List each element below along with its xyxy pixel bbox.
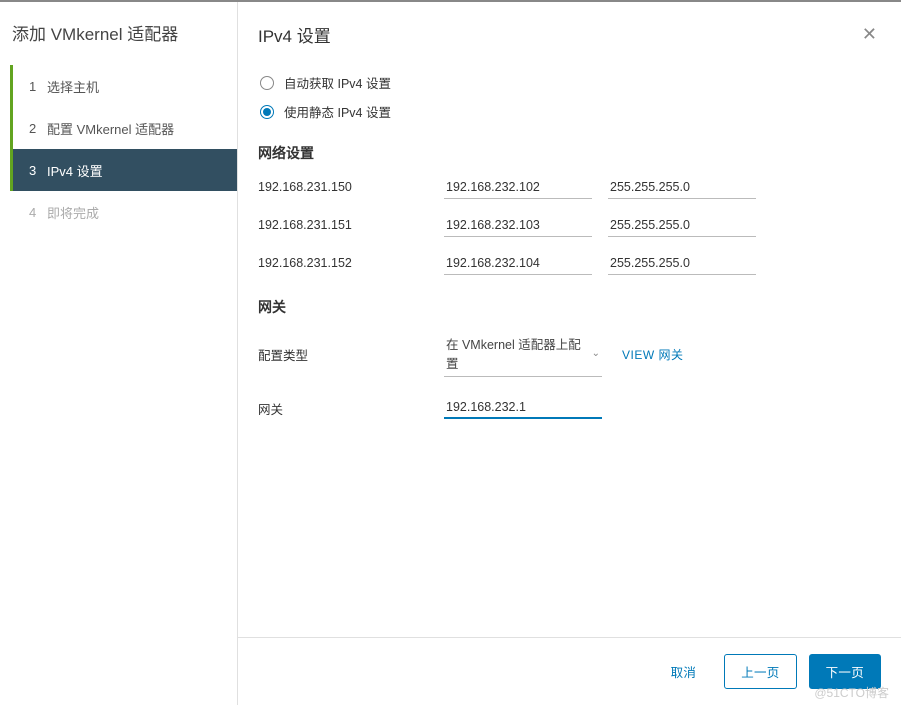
- subnet-mask-input[interactable]: [608, 215, 756, 237]
- page-title: IPv4 设置: [258, 22, 331, 47]
- ip-address-input[interactable]: [444, 177, 592, 199]
- radio-label: 自动获取 IPv4 设置: [284, 73, 391, 92]
- step-label: 配置 VMkernel 适配器: [47, 119, 174, 138]
- cancel-button[interactable]: 取消: [655, 655, 713, 688]
- network-row: 192.168.231.150: [258, 177, 881, 199]
- ip-address-input[interactable]: [444, 253, 592, 275]
- back-button[interactable]: 上一页: [724, 654, 796, 689]
- step-number: 2: [29, 121, 47, 136]
- network-settings-heading: 网络设置: [258, 143, 881, 163]
- main-panel: IPv4 设置 ✕ 自动获取 IPv4 设置 使用静态 IPv4 设置 网络设置…: [238, 2, 901, 705]
- content-area: 自动获取 IPv4 设置 使用静态 IPv4 设置 网络设置 192.168.2…: [238, 65, 901, 637]
- step-number: 1: [29, 79, 47, 94]
- config-type-row: 配置类型 在 VMkernel 适配器上配置 ⌄ VIEW 网关: [258, 331, 881, 377]
- step-label: 选择主机: [47, 77, 99, 96]
- ip-address-input[interactable]: [444, 215, 592, 237]
- wizard-steps: 1 选择主机 2 配置 VMkernel 适配器 3 IPv4 设置 4 即将完…: [0, 65, 237, 233]
- config-type-select[interactable]: 在 VMkernel 适配器上配置 ⌄: [444, 331, 602, 377]
- gateway-row: 网关: [258, 397, 881, 419]
- radio-icon: [260, 105, 274, 119]
- wizard-sidebar: 添加 VMkernel 适配器 1 选择主机 2 配置 VMkernel 适配器…: [0, 2, 238, 705]
- main-header: IPv4 设置 ✕: [238, 2, 901, 65]
- step-select-host[interactable]: 1 选择主机: [10, 65, 237, 107]
- chevron-down-icon: ⌄: [592, 348, 600, 359]
- subnet-mask-input[interactable]: [608, 177, 756, 199]
- radio-icon: [260, 76, 274, 90]
- radio-auto-ipv4[interactable]: 自动获取 IPv4 设置: [258, 73, 881, 92]
- subnet-mask-input[interactable]: [608, 253, 756, 275]
- close-icon[interactable]: ✕: [858, 20, 881, 49]
- step-label: IPv4 设置: [47, 161, 103, 180]
- next-button[interactable]: 下一页: [809, 654, 881, 689]
- wizard-title: 添加 VMkernel 适配器: [0, 2, 237, 65]
- step-number: 4: [29, 205, 47, 220]
- step-number: 3: [29, 163, 47, 178]
- step-ipv4-settings[interactable]: 3 IPv4 设置: [10, 149, 237, 191]
- step-ready-to-complete: 4 即将完成: [10, 191, 237, 233]
- host-label: 192.168.231.150: [258, 177, 444, 194]
- step-label: 即将完成: [47, 203, 99, 222]
- dialog-footer: 取消 上一页 下一页: [238, 637, 901, 705]
- host-label: 192.168.231.152: [258, 253, 444, 270]
- host-label: 192.168.231.151: [258, 215, 444, 232]
- config-type-label: 配置类型: [258, 345, 444, 364]
- step-configure-adapter[interactable]: 2 配置 VMkernel 适配器: [10, 107, 237, 149]
- gateway-label: 网关: [258, 399, 444, 418]
- gateway-heading: 网关: [258, 297, 881, 317]
- network-row: 192.168.231.151: [258, 215, 881, 237]
- radio-label: 使用静态 IPv4 设置: [284, 102, 391, 121]
- view-gateway-link[interactable]: VIEW 网关: [622, 346, 684, 363]
- network-row: 192.168.231.152: [258, 253, 881, 275]
- select-value: 在 VMkernel 适配器上配置: [446, 334, 592, 372]
- radio-static-ipv4[interactable]: 使用静态 IPv4 设置: [258, 102, 881, 121]
- gateway-input[interactable]: [444, 397, 602, 419]
- dialog: 添加 VMkernel 适配器 1 选择主机 2 配置 VMkernel 适配器…: [0, 2, 901, 705]
